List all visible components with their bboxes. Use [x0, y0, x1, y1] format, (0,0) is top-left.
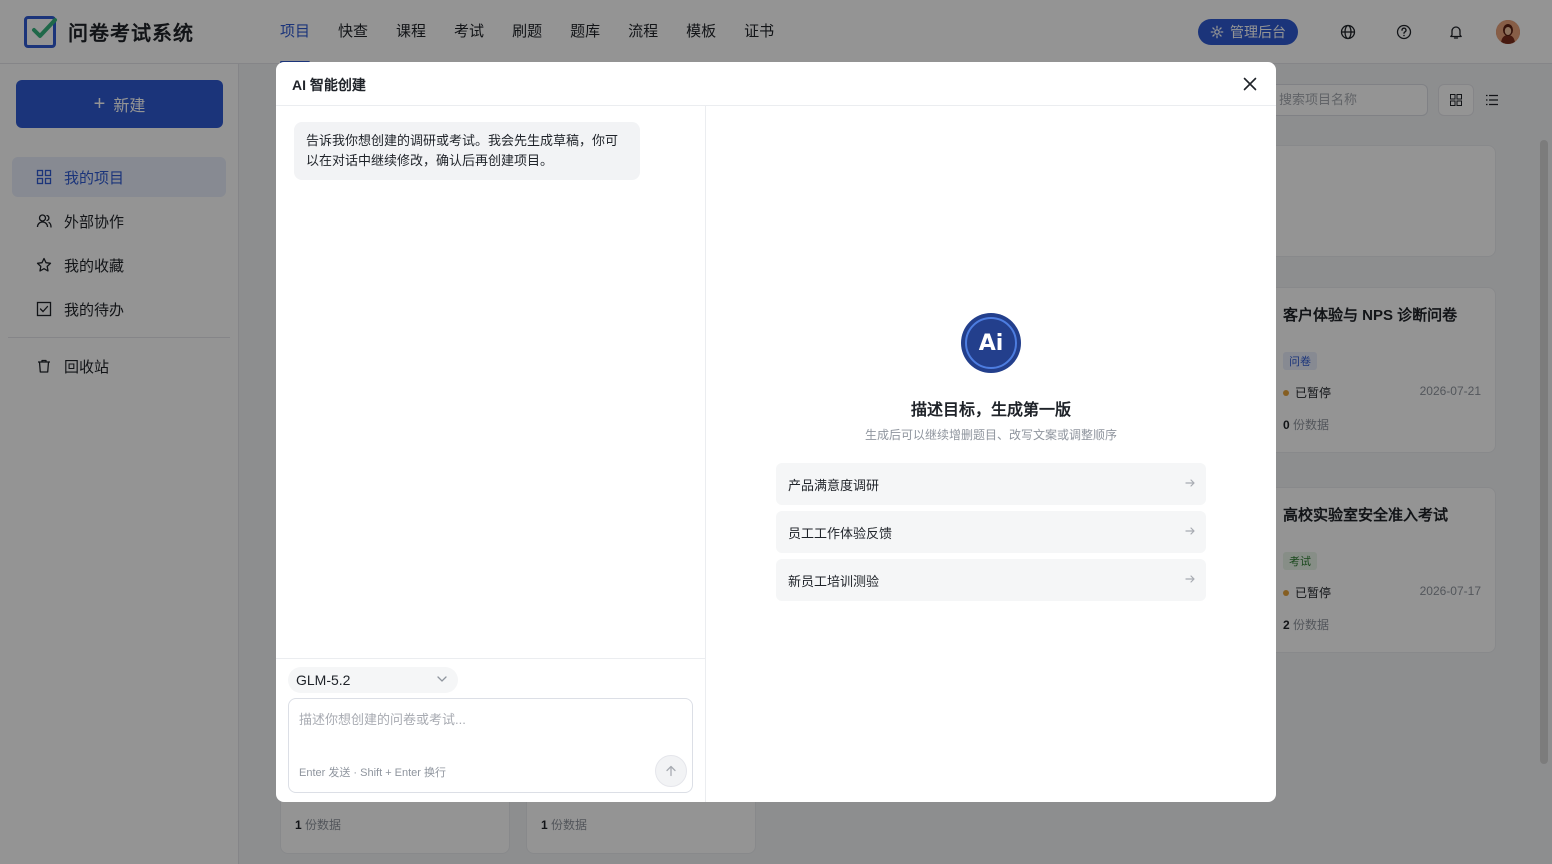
close-icon	[1243, 77, 1257, 91]
model-select-value: GLM-5.2	[296, 672, 351, 688]
suggestion-item[interactable]: 新员工培训测验	[776, 559, 1206, 601]
welcome-headline: 描述目标，生成第一版	[910, 402, 1071, 419]
chevron-down-icon	[437, 676, 447, 682]
ai-logo-icon: Ai	[961, 313, 1021, 373]
send-button[interactable]	[655, 755, 687, 787]
arrow-right-icon	[1185, 527, 1195, 535]
arrow-right-icon	[1185, 479, 1195, 487]
model-select[interactable]: GLM-5.2	[288, 667, 458, 693]
suggestion-label: 新员工培训测验	[788, 573, 880, 589]
suggestion-label: 员工工作体验反馈	[788, 525, 893, 541]
prompt-input[interactable]	[299, 709, 679, 749]
dialog-title: AI 智能创建	[292, 77, 366, 93]
welcome-pane: Ai 描述目标，生成第一版 生成后可以继续增删题目、改写文案或调整顺序 产品满意…	[706, 106, 1276, 802]
ai-create-dialog: AI 智能创建 告诉我你想创建的调研或考试。我会先生成草稿，你可以在对话中继续修…	[276, 62, 1276, 802]
welcome-subline: 生成后可以继续增删题目、改写文案或调整顺序	[864, 428, 1117, 442]
suggestion-item[interactable]: 员工工作体验反馈	[776, 511, 1206, 553]
suggestion-label: 产品满意度调研	[788, 477, 880, 493]
assistant-message: 告诉我你想创建的调研或考试。我会先生成草稿，你可以在对话中继续修改，确认后再创建…	[294, 122, 640, 180]
chat-pane: 告诉我你想创建的调研或考试。我会先生成草稿，你可以在对话中继续修改，确认后再创建…	[276, 106, 706, 802]
suggestion-item[interactable]: 产品满意度调研	[776, 463, 1206, 505]
chat-composer: GLM-5.2 Enter 发送 · Shift + Enter 换行	[276, 658, 706, 802]
arrow-up-icon	[666, 765, 676, 777]
dialog-header: AI 智能创建	[276, 62, 1276, 106]
ai-logo-text: Ai	[978, 330, 1004, 356]
input-hint: Enter 发送 · Shift + Enter 换行	[299, 767, 447, 779]
arrow-right-icon	[1185, 575, 1195, 583]
close-button[interactable]	[1240, 74, 1260, 94]
prompt-input-box: Enter 发送 · Shift + Enter 换行	[288, 698, 693, 793]
